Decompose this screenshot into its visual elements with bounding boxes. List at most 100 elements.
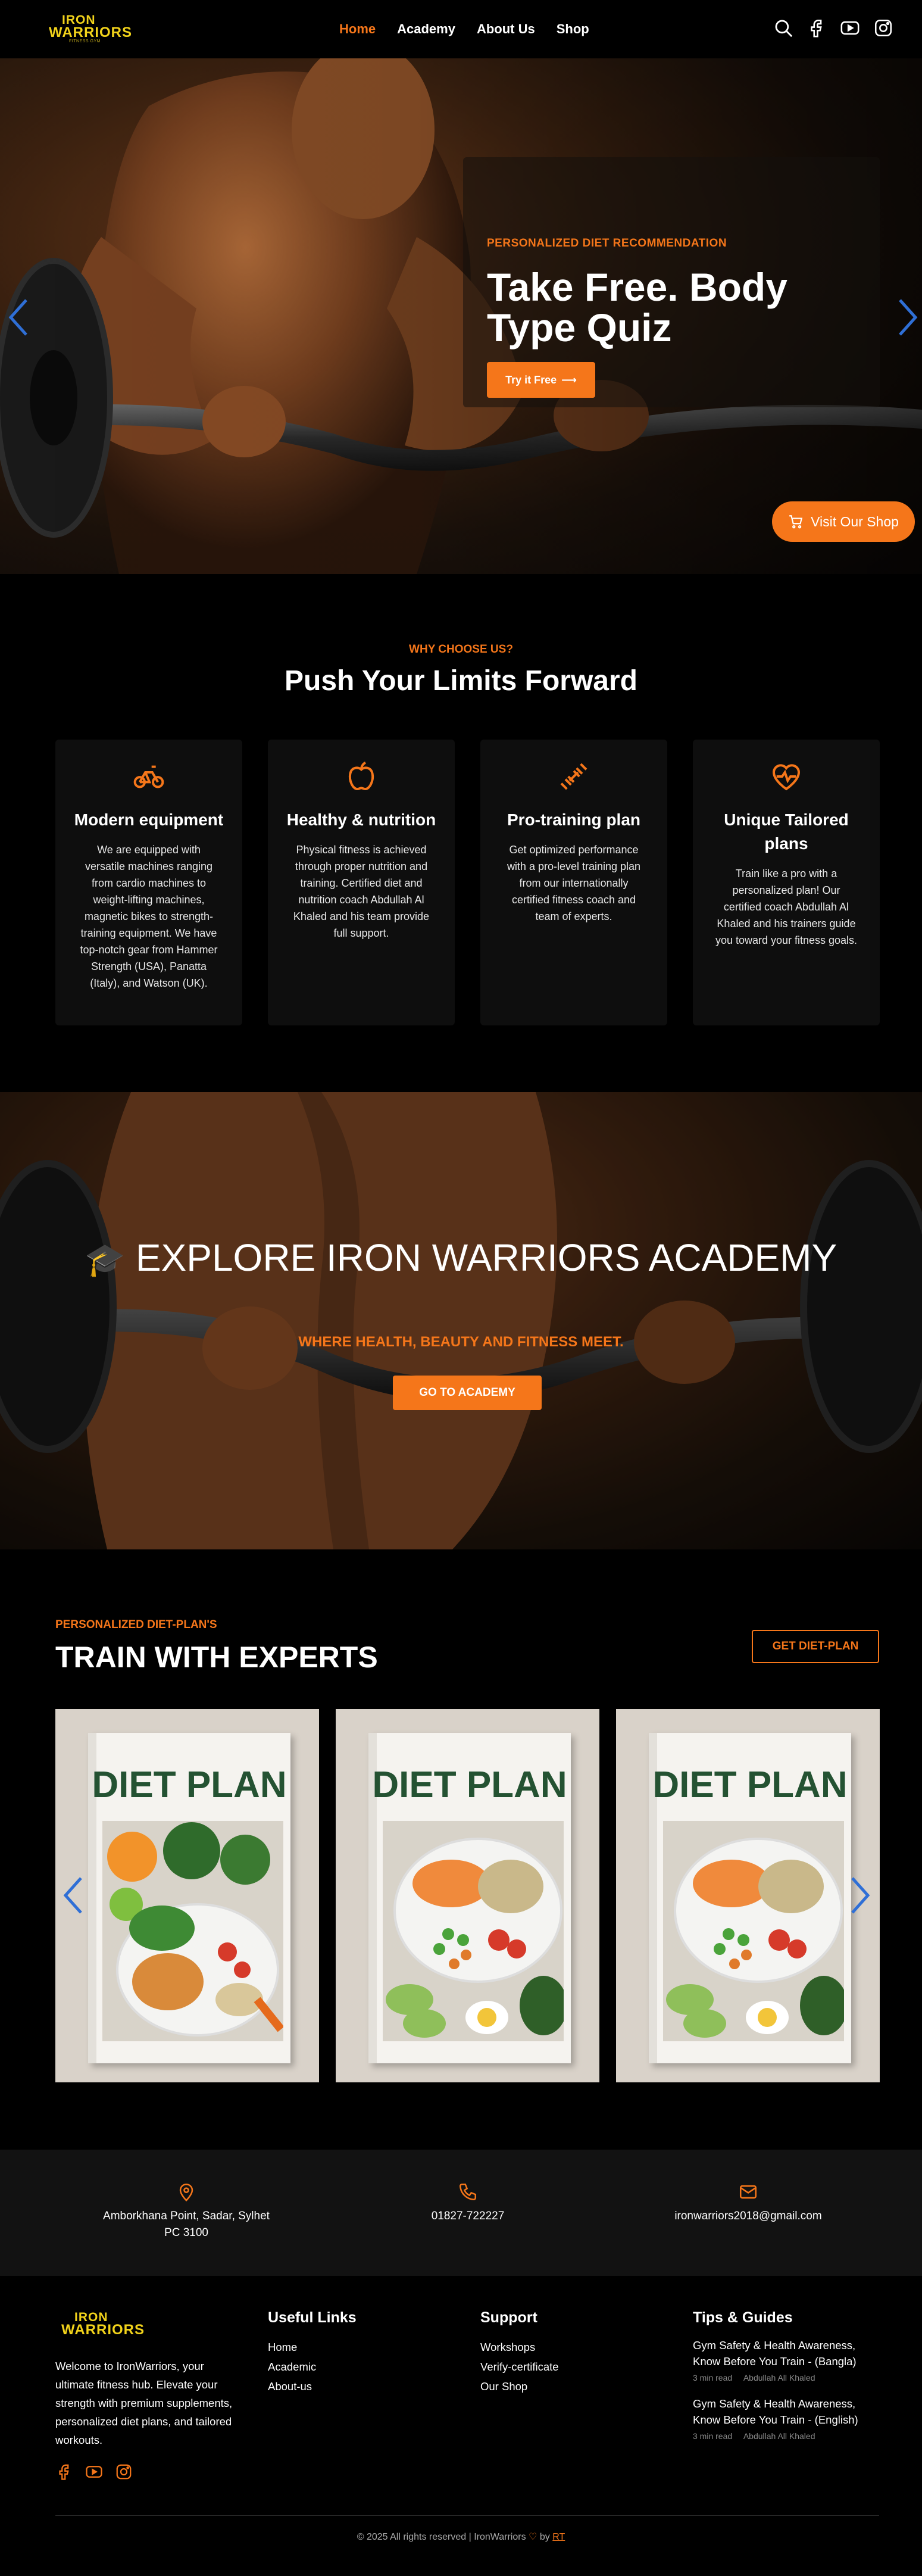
apple-icon (348, 761, 374, 790)
footer-column-title: Support (480, 2309, 537, 2326)
footer-tips: Tips & Guides Gym Safety & Health Awaren… (693, 2309, 877, 2454)
diet-kicker: PERSONALIZED DIET-PLAN'S (55, 1618, 217, 1631)
visit-shop-button[interactable]: Visit Our Shop (772, 501, 915, 542)
footer-link-academic[interactable]: Academic (268, 2357, 357, 2377)
visit-shop-label: Visit Our Shop (811, 513, 899, 529)
address-text: Amborkhana Point, Sadar, Sylhet PC 3100 (103, 2210, 270, 2239)
academy-subtitle: WHERE HEALTH, BEAUTY AND FITNESS MEET. (298, 1334, 624, 1350)
contact-address: Amborkhana Point, Sadar, Sylhet PC 3100 (61, 2182, 311, 2241)
nav-icons (773, 18, 893, 41)
youtube-icon[interactable] (85, 2463, 103, 2484)
why-kicker: WHY CHOOSE US? (409, 643, 513, 656)
heart-icon: ♡ (529, 2532, 537, 2542)
nav-item-about-us[interactable]: About Us (477, 21, 535, 37)
diet-prev-arrow-icon[interactable] (62, 1875, 86, 1916)
feature-text: Get optimized performance with a pro-lev… (507, 844, 641, 922)
logo-line-2: WARRIORS (49, 24, 132, 40)
instagram-icon[interactable] (873, 18, 893, 41)
salmon-plate-illustration (383, 1821, 564, 2041)
footer-useful-links: Useful Links Home Academic About-us (268, 2309, 357, 2396)
diet-plan-book-image: DIET PLAN (368, 1733, 571, 2063)
tip-title: Gym Safety & Health Awareness, Know Befo… (693, 2339, 857, 2368)
nav-item-shop[interactable]: Shop (557, 21, 589, 37)
footer-link-verify-certificate[interactable]: Verify-certificate (480, 2357, 559, 2377)
hero-title: Take Free. Body Type Quiz (487, 265, 787, 350)
main-menu: Home Academy About Us Shop (339, 21, 589, 37)
brand-logo[interactable]: IRON WARRIORS FITNESS GYM (49, 14, 135, 43)
footer-column-title: Tips & Guides (693, 2309, 793, 2326)
bicycle-icon (133, 765, 164, 788)
author-link[interactable]: RT (552, 2532, 565, 2542)
footer-logo[interactable]: IRON WARRIORS (61, 2311, 157, 2338)
diet-title: TRAIN WITH EXPERTS (55, 1641, 378, 1674)
tip-meta: 3 min read Abdullah All Khaled (693, 2373, 877, 2382)
copyright: © 2025 All rights reserved | IronWarrior… (0, 2531, 922, 2543)
logo-line-2: WARRIORS (61, 2322, 145, 2338)
feature-title: Healthy & nutrition (286, 810, 436, 829)
hero-kicker: PERSONALIZED DIET RECOMMENDATION (487, 237, 727, 250)
footer-link-workshops[interactable]: Workshops (480, 2337, 559, 2357)
feature-title: Unique Tailored plans (724, 810, 849, 853)
hero-next-arrow-icon[interactable] (895, 297, 919, 338)
facebook-icon[interactable] (55, 2463, 73, 2484)
email-text[interactable]: ironwarriors2018@gmail.com (674, 2210, 821, 2222)
academy-overlay (0, 1092, 922, 1549)
feature-title: Pro-training plan (507, 810, 640, 829)
academy-title-text: EXPLORE IRON WARRIORS ACADEMY (135, 1236, 837, 1279)
feature-text: We are equipped with versatile machines … (80, 844, 218, 989)
diet-plan-book-image: DIET PLAN (649, 1733, 851, 2063)
nav-item-home[interactable]: Home (339, 21, 376, 37)
diet-plan-card[interactable]: DIET PLAN (616, 1709, 880, 2082)
nav-item-academy[interactable]: Academy (397, 21, 455, 37)
graduation-cap-icon: 🎓 (85, 1242, 126, 1278)
tip-item[interactable]: Gym Safety & Health Awareness, Know Befo… (693, 2396, 877, 2441)
search-icon[interactable] (773, 18, 793, 41)
why-title: Push Your Limits Forward (285, 665, 637, 697)
footer-divider (55, 2515, 879, 2516)
tip-title: Gym Safety & Health Awareness, Know Befo… (693, 2397, 858, 2426)
youtube-icon[interactable] (840, 18, 860, 41)
arrow-right-icon: ⟶ (561, 373, 577, 386)
feature-text: Train like a pro with a personalized pla… (715, 868, 858, 946)
salmon-plate-illustration (663, 1821, 844, 2041)
dumbbell-icon (560, 763, 587, 790)
facebook-icon[interactable] (807, 18, 827, 41)
tip-read-time: 3 min read (693, 2373, 733, 2382)
footer-social (55, 2463, 133, 2484)
get-diet-plan-button[interactable]: GET DIET-PLAN (752, 1630, 879, 1663)
diet-next-arrow-icon[interactable] (848, 1875, 871, 1916)
tip-meta: 3 min read Abdullah All Khaled (693, 2431, 877, 2441)
feature-card-equipment: Modern equipment We are equipped with ve… (55, 740, 242, 1025)
phone-text[interactable]: 01827-722227 (432, 2210, 505, 2222)
diet-plan-card[interactable]: DIET PLAN (55, 1709, 319, 2082)
diet-plan-title: DIET PLAN (92, 1764, 287, 1805)
feature-card-tailored: Unique Tailored plans Train like a pro w… (693, 740, 880, 1025)
try-free-button[interactable]: Try it Free ⟶ (487, 362, 595, 398)
footer-link-about-us[interactable]: About-us (268, 2377, 357, 2396)
go-to-academy-button[interactable]: GO TO ACADEMY (393, 1376, 542, 1410)
mail-icon (739, 2185, 757, 2199)
salad-bowl-illustration (102, 1821, 283, 2041)
footer-support: Support Workshops Verify-certificate Our… (480, 2309, 559, 2396)
tip-author: Abdullah All Khaled (743, 2373, 815, 2382)
tip-author: Abdullah All Khaled (743, 2431, 815, 2441)
diet-plan-book-image: DIET PLAN (88, 1733, 290, 2063)
top-navbar: IRON WARRIORS FITNESS GYM Home Academy A… (0, 0, 922, 58)
footer-link-home[interactable]: Home (268, 2337, 357, 2357)
instagram-icon[interactable] (115, 2463, 133, 2484)
feature-card-nutrition: Healthy & nutrition Physical fitness is … (268, 740, 455, 1025)
hero-prev-arrow-icon[interactable] (7, 297, 31, 338)
diet-plan-card[interactable]: DIET PLAN (336, 1709, 599, 2082)
feature-text: Physical fitness is achieved through pro… (293, 844, 430, 939)
diet-plan-title: DIET PLAN (372, 1764, 567, 1805)
feature-title: Modern equipment (74, 810, 224, 829)
feature-card-training: Pro-training plan Get optimized performa… (480, 740, 667, 1025)
footer-link-our-shop[interactable]: Our Shop (480, 2377, 559, 2396)
heartbeat-icon (773, 764, 800, 791)
diet-plan-title: DIET PLAN (652, 1764, 848, 1805)
contact-phone: 01827-722227 (343, 2182, 593, 2225)
contact-email: ironwarriors2018@gmail.com (623, 2182, 873, 2225)
tip-item[interactable]: Gym Safety & Health Awareness, Know Befo… (693, 2337, 877, 2382)
map-pin-icon (179, 2183, 193, 2201)
academy-banner (0, 1092, 922, 1549)
